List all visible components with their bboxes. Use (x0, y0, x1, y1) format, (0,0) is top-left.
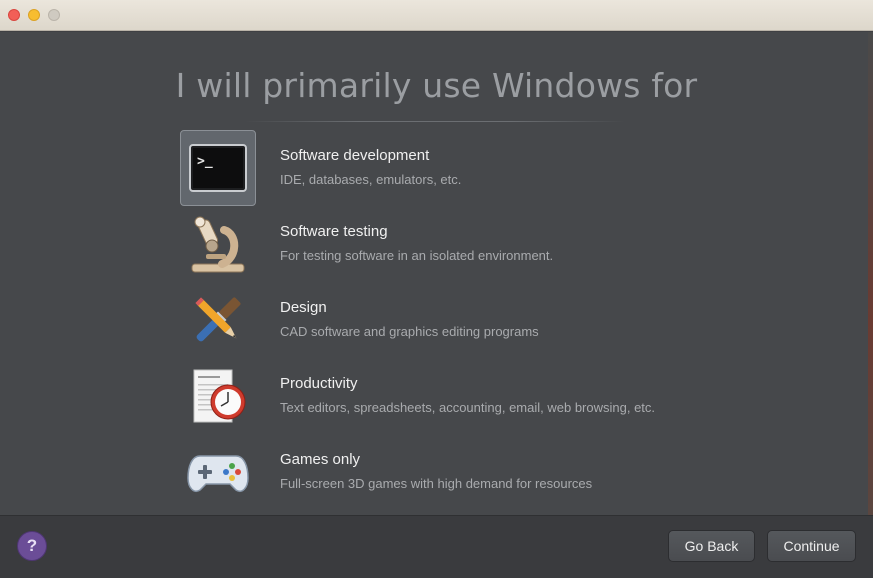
brush-pencil-icon (195, 297, 241, 342)
microscope-icon (191, 216, 245, 273)
option-description: IDE, databases, emulators, etc. (280, 172, 462, 187)
option-title: Productivity (280, 375, 358, 392)
page-title: I will primarily use Windows for (175, 66, 698, 105)
option-productivity[interactable]: Productivity Text editors, spreadsheets,… (180, 358, 740, 434)
footer-bar: ? Go Back Continue (0, 515, 873, 578)
option-games-only[interactable]: Games only Full-screen 3D games with hig… (180, 434, 740, 510)
option-title: Design (280, 299, 327, 316)
option-icon-box (180, 282, 256, 358)
option-description: For testing software in an isolated envi… (280, 248, 554, 263)
terminal-icon: >_ (189, 144, 247, 192)
option-software-development[interactable]: >_ Software development IDE, databases, … (180, 130, 740, 206)
option-icon-box (180, 206, 256, 282)
option-title: Software development (280, 147, 430, 164)
minimize-window-button[interactable] (28, 9, 40, 21)
continue-button[interactable]: Continue (767, 530, 856, 562)
option-description: Full-screen 3D games with high demand fo… (280, 476, 593, 491)
option-title: Games only (280, 451, 361, 468)
document-clock-icon (193, 369, 246, 423)
zoom-window-button[interactable] (48, 9, 60, 21)
title-bar (0, 0, 873, 31)
option-description: Text editors, spreadsheets, accounting, … (280, 400, 656, 415)
close-window-button[interactable] (8, 9, 20, 21)
option-title: Software testing (280, 223, 388, 240)
terminal-prompt: >_ (197, 154, 213, 169)
option-icon-box: >_ (180, 130, 256, 206)
go-back-button[interactable]: Go Back (668, 530, 755, 562)
help-button[interactable]: ? (17, 531, 47, 561)
option-software-testing[interactable]: Software testing For testing software in… (180, 206, 740, 282)
option-description: CAD software and graphics editing progra… (280, 324, 539, 339)
option-design[interactable]: Design CAD software and graphics editing… (180, 282, 740, 358)
option-icon-box (180, 358, 256, 434)
option-icon-box (180, 434, 256, 510)
title-divider (245, 121, 625, 122)
gamepad-icon (187, 455, 249, 492)
